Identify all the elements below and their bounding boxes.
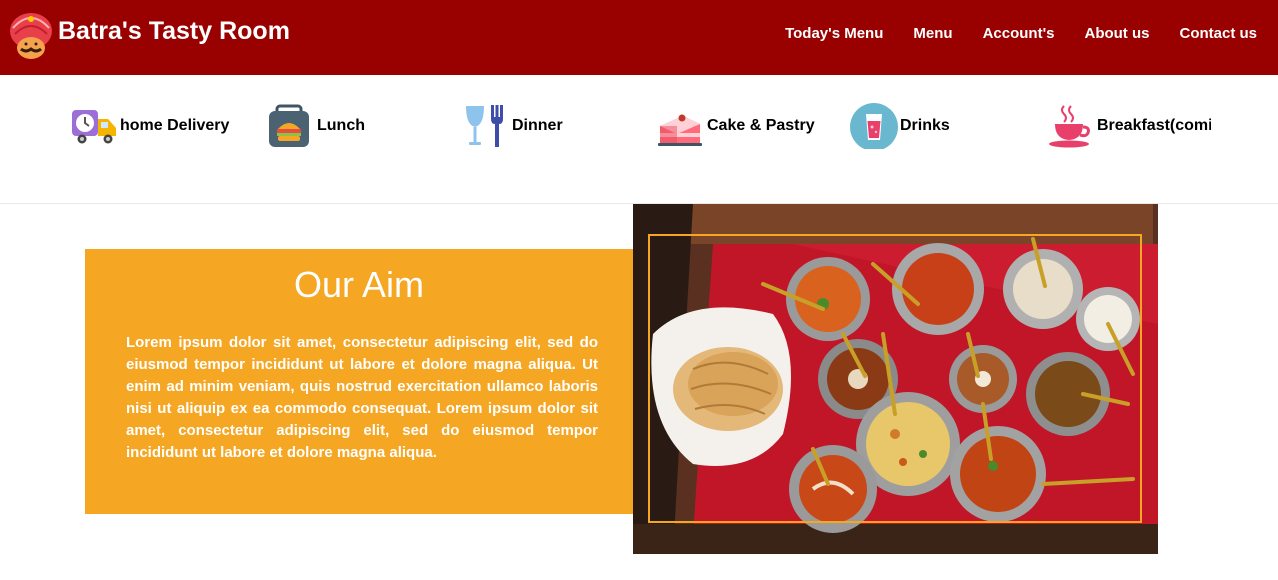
food-spread-photo: [633, 204, 1158, 554]
nav-todays-menu[interactable]: Today's Menu: [785, 26, 883, 42]
category-lunch[interactable]: Lunch: [267, 103, 365, 149]
category-label: Drinks: [900, 117, 950, 134]
cake-icon: [658, 114, 702, 146]
category-bar: home Delivery Lunch Dinner Cake & Pastry…: [0, 75, 1278, 204]
drink-glass-icon: [850, 103, 898, 149]
category-label: Lunch: [317, 117, 365, 134]
category-dinner[interactable]: Dinner: [462, 103, 563, 149]
delivery-truck-icon: [72, 110, 116, 144]
category-cake-pastry[interactable]: Cake & Pastry: [657, 103, 815, 149]
category-label: Cake & Pastry: [707, 117, 815, 134]
nav-menu[interactable]: Menu: [913, 26, 952, 42]
category-label: home Delivery: [120, 117, 230, 134]
category-home-delivery[interactable]: home Delivery: [70, 103, 229, 149]
top-navbar: Batra's Tasty Room Today's Menu Menu Acc…: [0, 0, 1278, 75]
our-aim-title: Our Aim: [293, 264, 425, 305]
our-aim-text: Lorem ipsum dolor sit amet, consectetur …: [126, 334, 598, 461]
category-breakfast[interactable]: Breakfast(comi: [1047, 103, 1211, 149]
nav-contact-us[interactable]: Contact us: [1179, 26, 1257, 42]
category-label: Dinner: [512, 117, 563, 134]
category-drinks[interactable]: Drinks: [850, 103, 950, 149]
our-aim-section: Our Aim Lorem ipsum dolor sit amet, cons…: [85, 249, 633, 514]
main-nav: Today's Menu Menu Account's About us Con…: [755, 26, 1257, 42]
lunchbox-icon: [269, 104, 309, 147]
wineglass-fork-icon: [466, 105, 503, 147]
nav-about-us[interactable]: About us: [1084, 26, 1149, 42]
site-brand-title[interactable]: Batra's Tasty Room: [58, 17, 290, 46]
coffee-cup-icon: [1049, 105, 1090, 148]
chef-turban-logo-icon[interactable]: [9, 12, 53, 60]
category-label: Breakfast(comi: [1097, 117, 1211, 134]
nav-accounts[interactable]: Account's: [983, 26, 1055, 42]
